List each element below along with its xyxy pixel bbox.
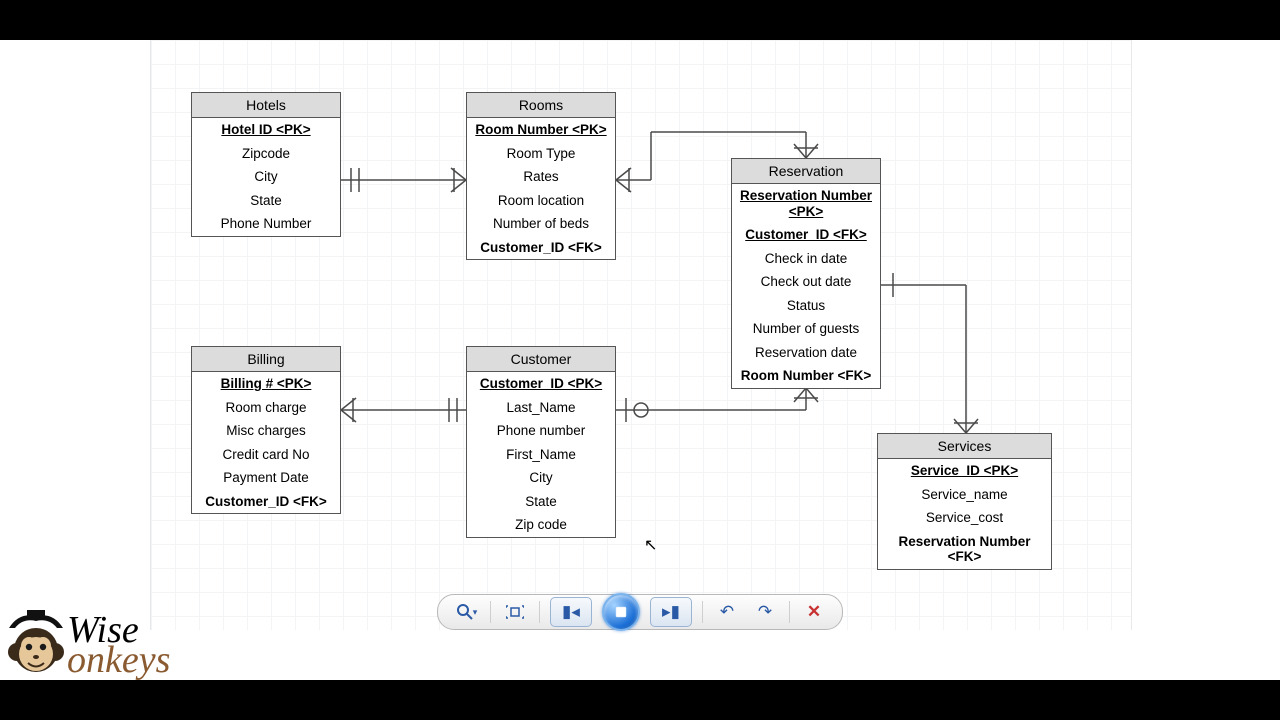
entity-rooms-body: Room Number <PK>Room TypeRatesRoom locat… [467, 118, 615, 259]
entity-reservation[interactable]: Reservation Reservation Number <PK>Custo… [731, 158, 881, 389]
entity-customer-field: Phone number [467, 419, 615, 443]
entity-reservation-field: Reservation date [732, 341, 880, 365]
entity-customer-field: City [467, 466, 615, 490]
fit-button[interactable] [501, 598, 529, 626]
entity-reservation-field: Room Number <FK> [732, 364, 880, 388]
entity-billing-body: Billing # <PK>Room chargeMisc chargesCre… [192, 372, 340, 513]
entity-reservation-field: Reservation Number <PK> [732, 184, 880, 223]
entity-services-field: Service_name [878, 483, 1051, 507]
entity-customer-field: State [467, 490, 615, 514]
entity-reservation-field: Number of guests [732, 317, 880, 341]
monkey-icon [5, 610, 67, 680]
entity-rooms[interactable]: Rooms Room Number <PK>Room TypeRatesRoom… [466, 92, 616, 260]
skip-forward-icon: ▸▮ [662, 602, 680, 622]
entity-rooms-field: Room location [467, 189, 615, 213]
first-button[interactable]: ▮◂ [550, 597, 592, 627]
brand-text: Wise onkeys [67, 613, 170, 677]
entity-hotels-title: Hotels [192, 93, 340, 118]
brand-line2: onkeys [67, 643, 170, 677]
entity-customer-field: First_Name [467, 443, 615, 467]
entity-hotels-field: State [192, 189, 340, 213]
entity-billing-field: Room charge [192, 396, 340, 420]
entity-rooms-field: Customer_ID <FK> [467, 236, 615, 260]
diagram-paper[interactable]: Hotels Hotel ID <PK>ZipcodeCityStatePhon… [150, 40, 1132, 630]
undo-button[interactable]: ↶ [713, 598, 741, 626]
entity-services-field: Service_cost [878, 506, 1051, 530]
close-icon: ✕ [807, 602, 821, 622]
zoom-icon [455, 602, 475, 622]
entity-hotels-field: Phone Number [192, 212, 340, 236]
entity-billing-field: Credit card No [192, 443, 340, 467]
entity-rooms-field: Number of beds [467, 212, 615, 236]
entity-customer-title: Customer [467, 347, 615, 372]
toolbar-divider [702, 601, 703, 623]
last-button[interactable]: ▸▮ [650, 597, 692, 627]
entity-reservation-body: Reservation Number <PK>Customer_ID <FK>C… [732, 184, 880, 388]
entity-customer-body: Customer_ID <PK>Last_NamePhone numberFir… [467, 372, 615, 537]
entity-services-title: Services [878, 434, 1051, 459]
entity-billing[interactable]: Billing Billing # <PK>Room chargeMisc ch… [191, 346, 341, 514]
undo-icon: ↶ [720, 602, 734, 622]
entity-services-body: Service_ID <PK>Service_nameService_costR… [878, 459, 1051, 569]
entity-rooms-field: Rates [467, 165, 615, 189]
entity-hotels-field: Zipcode [192, 142, 340, 166]
fit-icon [506, 605, 524, 619]
close-button[interactable]: ✕ [800, 598, 828, 626]
entity-reservation-title: Reservation [732, 159, 880, 184]
entity-customer-field: Zip code [467, 513, 615, 537]
entity-services-field: Service_ID <PK> [878, 459, 1051, 483]
entity-customer[interactable]: Customer Customer_ID <PK>Last_NamePhone … [466, 346, 616, 538]
entity-rooms-field: Room Number <PK> [467, 118, 615, 142]
entity-reservation-field: Status [732, 294, 880, 318]
entity-billing-field: Misc charges [192, 419, 340, 443]
entity-billing-field: Billing # <PK> [192, 372, 340, 396]
entity-reservation-field: Check out date [732, 270, 880, 294]
entity-billing-field: Customer_ID <FK> [192, 490, 340, 514]
toolbar-divider [490, 601, 491, 623]
entity-services-field: Reservation Number <FK> [878, 530, 1051, 569]
toolbar-divider [789, 601, 790, 623]
entity-reservation-field: Check in date [732, 247, 880, 271]
entity-hotels-body: Hotel ID <PK>ZipcodeCityStatePhone Numbe… [192, 118, 340, 236]
brand-logo: Wise onkeys [5, 610, 170, 680]
skip-back-icon: ▮◂ [562, 602, 580, 622]
entity-billing-title: Billing [192, 347, 340, 372]
entity-billing-field: Payment Date [192, 466, 340, 490]
entity-rooms-title: Rooms [467, 93, 615, 118]
entity-hotels-field: Hotel ID <PK> [192, 118, 340, 142]
play-button[interactable] [602, 593, 640, 631]
entity-rooms-field: Room Type [467, 142, 615, 166]
player-toolbar: ▾ ▮◂ ▸▮ ↶ ↷ ✕ [437, 594, 843, 630]
entity-customer-field: Customer_ID <PK> [467, 372, 615, 396]
play-icon [614, 605, 628, 619]
redo-icon: ↷ [758, 602, 772, 622]
diagram-canvas: Hotels Hotel ID <PK>ZipcodeCityStatePhon… [0, 40, 1280, 680]
zoom-button[interactable]: ▾ [452, 598, 480, 626]
entity-services[interactable]: Services Service_ID <PK>Service_nameServ… [877, 433, 1052, 570]
bottom-black-bar [0, 680, 1280, 720]
entity-hotels[interactable]: Hotels Hotel ID <PK>ZipcodeCityStatePhon… [191, 92, 341, 237]
entity-reservation-field: Customer_ID <FK> [732, 223, 880, 247]
entity-customer-field: Last_Name [467, 396, 615, 420]
toolbar-divider [539, 601, 540, 623]
top-black-bar [0, 0, 1280, 40]
redo-button[interactable]: ↷ [751, 598, 779, 626]
entity-hotels-field: City [192, 165, 340, 189]
